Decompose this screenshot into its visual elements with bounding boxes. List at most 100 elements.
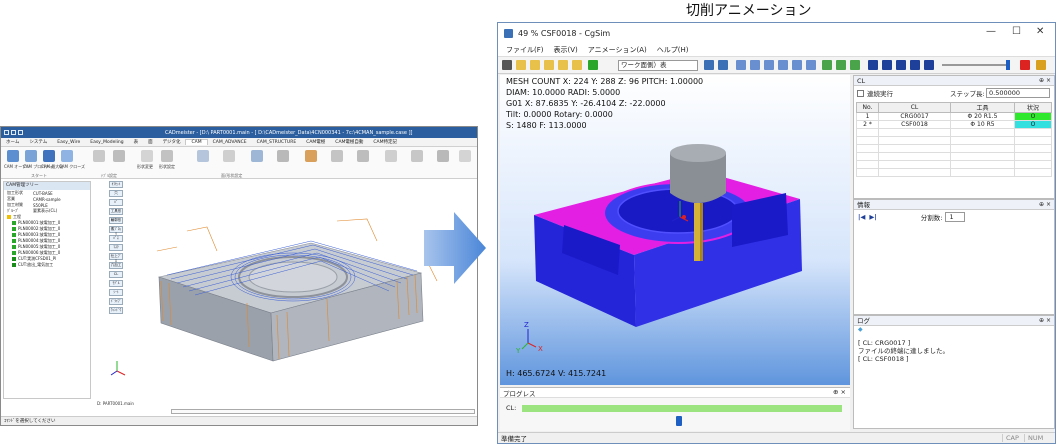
tool-icon[interactable] [93,150,105,162]
tab-digitize[interactable]: デジタ化 [158,139,186,145]
surface-icon[interactable] [251,150,263,162]
side-tool-button[interactable]: ﾊﾟｽ [109,235,123,242]
cube-icon[interactable] [197,150,209,162]
maximize-button[interactable]: ☐ [1012,26,1021,37]
tree-field-value[interactable]: 要素表示(CL) [33,208,57,214]
offset-icon[interactable] [331,150,343,162]
side-tool-button[interactable]: 仕上ﾌﾟﾛ [109,253,123,263]
minimize-button[interactable]: — [986,26,996,37]
check-icon[interactable] [588,60,598,70]
pause-icon[interactable] [882,60,892,70]
undo-icon[interactable] [18,130,23,135]
first-icon[interactable]: |◀ [858,213,865,221]
side-tool-button[interactable]: ｳｨﾝﾄﾞｳ [109,307,123,314]
view-top-icon[interactable] [792,60,802,70]
tab-cam[interactable]: CAM [185,139,208,145]
filter-icon[interactable] [704,60,714,70]
filter-2-icon[interactable] [718,60,728,70]
wrench-icon[interactable] [113,150,125,162]
play-icon[interactable] [896,60,906,70]
help-icon[interactable] [1036,60,1046,70]
side-tool-button[interactable]: CL [109,271,123,278]
hole-icon[interactable] [357,150,369,162]
tree-item[interactable]: CUT:放出_電気加工 [4,262,90,268]
side-tool-button[interactable]: 素ﾌﾞﾛｯｸ [109,226,123,236]
tab-easy-wire[interactable]: Easy_Wire [52,140,85,145]
tab-cam-electrode[interactable]: CAM電極 [301,139,330,145]
table-row[interactable]: 1 CRG0017 Φ 20 R1.5 O [856,112,1052,121]
tab-surface[interactable]: 面 [143,139,158,145]
tab-cam-electrode-auto[interactable]: CAM電極自動 [330,139,368,145]
step-back-icon[interactable] [530,60,540,70]
view-front-icon[interactable] [736,60,746,70]
side-tool-button[interactable]: ｵﾌｾｯﾄ [109,181,123,188]
continuous-checkbox[interactable] [857,89,864,97]
open-icon[interactable] [11,130,16,135]
tab-cam-advance[interactable]: CAM_ADVANCE [208,140,252,145]
filter-icon[interactable] [223,150,235,162]
tab-cam-structure[interactable]: CAM_STRUCTURE [252,140,302,145]
open-icon[interactable] [516,60,526,70]
side-tool-button[interactable]: ﾄﾞﾗｲﾌﾞ [109,298,123,305]
side-tool-button[interactable]: 輪郭形 [109,217,123,224]
pin-icon[interactable]: ⊕ × [1039,76,1051,86]
cad-horizontal-scrollbar[interactable] [171,409,475,414]
table-row[interactable]: 2 * CSF0018 Φ 10 R5 O [856,120,1052,129]
split-count-select[interactable]: 1 [945,212,965,222]
shape-set-icon[interactable] [161,150,173,162]
zoom-icon[interactable] [836,60,846,70]
last-icon[interactable] [924,60,934,70]
next-icon[interactable] [910,60,920,70]
view-back-icon[interactable] [750,60,760,70]
save-icon[interactable] [502,60,512,70]
side-tool-button[interactable]: ﾓﾃﾞﾙ [109,280,123,287]
last-icon[interactable]: ▶| [869,213,876,221]
progress-slider-thumb[interactable] [676,416,682,426]
close-button[interactable]: ✕ [1036,26,1044,37]
first-icon[interactable] [868,60,878,70]
cad-view-tab[interactable]: D: PART0001.main [97,401,134,406]
menu-view[interactable]: 表示(V) [554,45,578,55]
simulation-viewport[interactable]: MESH COUNT X: 224 Y: 288 Z: 96 PITCH: 1.… [500,75,850,385]
col-tool[interactable]: 工具 [950,102,1015,113]
col-cl[interactable]: CL [878,102,951,113]
col-no[interactable]: No. [856,102,879,113]
tab-easy-modeling[interactable]: Easy_Modeling [85,140,128,145]
rotate-icon[interactable] [850,60,860,70]
block-icon[interactable] [277,150,289,162]
menu-help[interactable]: ヘルプ(H) [657,45,689,55]
machining-icon[interactable] [385,150,397,162]
clear-log-icon[interactable]: ◆ [854,326,1054,336]
tab-cam-special[interactable]: CAM特定記 [368,139,402,145]
cut-icon[interactable] [437,150,449,162]
pin-icon[interactable]: ⊕ × [833,388,846,396]
cad-viewport[interactable] [97,191,475,399]
save-icon[interactable] [4,130,9,135]
side-tool-button[interactable]: 穴 [109,190,123,197]
view-bottom-icon[interactable] [806,60,816,70]
tab-system[interactable]: システム [24,139,52,145]
menu-file[interactable]: ファイル(F) [506,45,544,55]
edit-icon[interactable] [411,150,423,162]
zoom-fit-icon[interactable] [822,60,832,70]
step-icon[interactable] [544,60,554,70]
pin-icon[interactable]: ⊕ × [1039,316,1051,326]
side-tool-button[interactable]: 穴加工 [109,262,123,269]
view-left-icon[interactable] [764,60,774,70]
cam-close-icon[interactable] [61,150,73,162]
record-icon[interactable] [1020,60,1030,70]
tab-home[interactable]: ホーム [1,139,24,145]
more-icon[interactable] [459,150,471,162]
pin-icon[interactable]: ⊕ × [1039,200,1051,210]
cam-property-icon[interactable] [25,150,37,162]
speed-slider[interactable] [942,64,1008,66]
side-tool-button[interactable]: ﾏｽｸ [109,244,123,251]
cam-maximize-icon[interactable] [43,150,55,162]
view-right-icon[interactable] [778,60,788,70]
side-tool-button[interactable]: ｼｰﾄ [109,289,123,296]
path-icon[interactable] [305,150,317,162]
shape-change-icon[interactable] [141,150,153,162]
step-length-input[interactable]: 0.500000 [986,88,1050,98]
tree-field-value[interactable]: CUT-BASE [33,191,53,196]
export-icon[interactable] [572,60,582,70]
